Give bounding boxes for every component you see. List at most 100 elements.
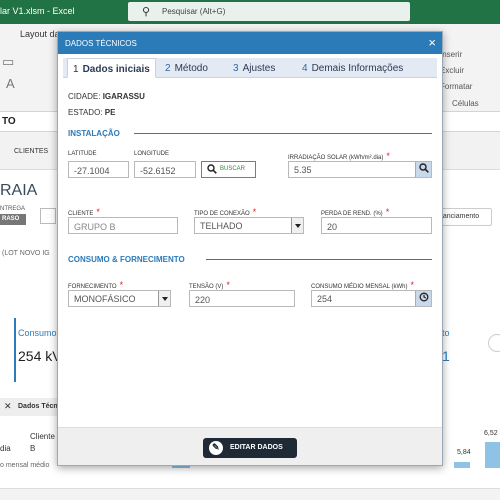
- editar-dados-button[interactable]: EDITAR DADOS: [203, 438, 297, 458]
- modal-header: DADOS TÉCNICOS ×: [58, 32, 442, 54]
- estado-value: PE: [104, 108, 116, 117]
- consumo-input[interactable]: 254: [311, 290, 432, 307]
- sheet-chart-label: 6,52: [484, 430, 498, 437]
- tensao-label: TENSÃO (V) *: [189, 280, 230, 290]
- excel-search-placeholder: Pesquisar (Alt+G): [162, 7, 226, 16]
- dados-tecnicos-modal: DADOS TÉCNICOS × 1 Dados iniciais 2 Método…: [57, 31, 443, 466]
- sheet-cliente-label: Cliente: [30, 432, 55, 441]
- cidade-label: CIDADE: IGARASSU: [68, 92, 145, 101]
- sheet-dia-text: dia: [0, 444, 11, 453]
- close-icon[interactable]: ×: [428, 35, 436, 50]
- required-marker: *: [385, 207, 390, 217]
- fornecimento-select[interactable]: MONOFÁSICO: [68, 290, 171, 307]
- irradiacao-input[interactable]: 5.35: [288, 161, 432, 178]
- required-marker: *: [119, 280, 124, 290]
- section-consumo-title: CONSUMO & FORNECIMENTO: [68, 255, 185, 264]
- sheet-entrega-label: NTREGA: [0, 206, 26, 212]
- required-marker: *: [226, 280, 230, 290]
- tab-label: Dados iniciais: [82, 64, 150, 75]
- conexao-label: TIPO DE CONEXÃO *: [194, 207, 257, 217]
- modal-tabs: 1 Dados iniciais 2 Método 3 Ajustes 4 Demais…: [63, 58, 437, 78]
- sheet-client-name: RAIA: [0, 182, 38, 199]
- sheet-cliente-value: B: [30, 444, 36, 453]
- excel-window-title: lar V1.xlsm - Excel: [0, 6, 75, 16]
- required-marker: *: [386, 151, 390, 161]
- perda-input[interactable]: [321, 217, 432, 234]
- section-instalacao-title: INSTALAÇÃO: [68, 129, 120, 138]
- cliente-input[interactable]: [68, 217, 178, 234]
- sheet-chart-bar: [485, 442, 500, 468]
- cliente-label: CLIENTE *: [68, 207, 100, 217]
- consumo-label: CONSUMO MÉDIO MENSAL (kWh) *: [311, 280, 414, 290]
- section-divider: [134, 133, 432, 134]
- fornecimento-value: MONOFÁSICO: [74, 294, 136, 304]
- required-marker: *: [410, 280, 414, 290]
- modal-footer: EDITAR DADOS: [58, 427, 442, 465]
- search-icon: ⚲: [142, 6, 151, 18]
- modal-title: DADOS TÉCNICOS: [65, 39, 137, 48]
- tab-number: 4: [302, 63, 308, 74]
- excel-titlebar: lar V1.xlsm - Excel ⚲ Pesquisar (Alt+G): [0, 0, 500, 24]
- tab-label: Demais Informações: [311, 63, 404, 74]
- sheet-circle-button[interactable]: [488, 334, 500, 352]
- latitude-input[interactable]: [68, 161, 129, 178]
- sheet-edit-button[interactable]: [40, 208, 56, 224]
- sheet-dados-tecnicos-label: Dados Técn: [18, 403, 58, 410]
- pencil-icon: [209, 441, 223, 455]
- sheet-chart-bar: [454, 462, 470, 468]
- perda-label: PERDA DE REND. (%) *: [321, 207, 390, 217]
- required-marker: *: [96, 207, 100, 217]
- tab-label: Método: [174, 63, 208, 74]
- sheet-lote-text: (LOT NOVO IG: [2, 250, 50, 257]
- sheet-consumo-title: Consumo: [18, 328, 57, 338]
- tab-number: 3: [233, 63, 239, 74]
- fornecimento-label: FORNECIMENTO *: [68, 280, 124, 290]
- tensao-input[interactable]: [189, 290, 295, 307]
- ribbon-excluir[interactable]: Excluir: [440, 66, 464, 75]
- conexao-select[interactable]: TELHADO: [194, 217, 304, 234]
- tab-demais-informacoes[interactable]: 4 Demais Informações: [302, 58, 403, 78]
- tab-number: 2: [165, 63, 171, 74]
- paste-icon[interactable]: ▭: [2, 54, 14, 70]
- consumo-value: 254: [317, 294, 333, 304]
- chevron-down-icon[interactable]: [291, 218, 303, 233]
- font-size-icon[interactable]: A: [6, 76, 15, 91]
- sheet-consumo-value: 254 kV: [18, 348, 62, 364]
- irradiacao-label: IRRADIAÇÃO SOLAR (kWh/m².dia) *: [288, 151, 390, 161]
- conexao-value: TELHADO: [200, 221, 243, 231]
- wrench-icon: ✕: [4, 401, 12, 411]
- cidade-value: IGARASSU: [102, 92, 145, 101]
- ribbon-group-celulas: Células: [452, 99, 479, 108]
- tab-metodo[interactable]: 2 Método: [165, 58, 208, 78]
- sheet-right-card-title: to: [442, 328, 450, 338]
- tab-number: 1: [73, 64, 79, 75]
- excel-search-box[interactable]: ⚲ Pesquisar (Alt+G): [128, 2, 410, 21]
- sheet-raso-badge: RASO: [0, 214, 26, 225]
- sheet-dados-tecnicos-tab[interactable]: ✕ Dados Técn: [0, 398, 60, 416]
- buscar-button[interactable]: BUSCAR: [201, 161, 256, 178]
- latitude-label: LATITUDE: [68, 151, 97, 157]
- tab-ajustes[interactable]: 3 Ajustes: [233, 58, 275, 78]
- name-box-value: TO: [2, 116, 16, 127]
- longitude-label: LONGITUDE: [134, 151, 170, 157]
- estado-label: ESTADO: PE: [68, 108, 116, 117]
- sheet-chart-label: 5,84: [457, 449, 471, 456]
- chevron-down-icon[interactable]: [158, 291, 170, 306]
- history-icon[interactable]: [415, 291, 431, 306]
- ribbon-inserir[interactable]: Inserir: [440, 50, 462, 59]
- tab-label: Ajustes: [242, 63, 276, 74]
- irradiacao-value: 5.35: [294, 165, 312, 175]
- longitude-input[interactable]: [134, 161, 196, 178]
- ribbon-formatar[interactable]: Formatar: [440, 82, 472, 91]
- buscar-label: BUSCAR: [220, 166, 246, 172]
- tab-dados-iniciais[interactable]: 1 Dados iniciais: [67, 58, 156, 78]
- section-divider: [206, 259, 432, 260]
- editar-dados-label: EDITAR DADOS: [230, 444, 283, 451]
- sheet-right-card-value: 1: [442, 348, 450, 364]
- sheet-tab-clientes[interactable]: CLIENTES: [14, 148, 48, 155]
- sheet-mensal-text: o mensal médio: [0, 462, 50, 469]
- required-marker: *: [252, 207, 257, 217]
- ribbon-tab-layout[interactable]: Layout da: [20, 29, 60, 39]
- search-icon: [207, 164, 217, 174]
- search-icon[interactable]: [415, 162, 431, 177]
